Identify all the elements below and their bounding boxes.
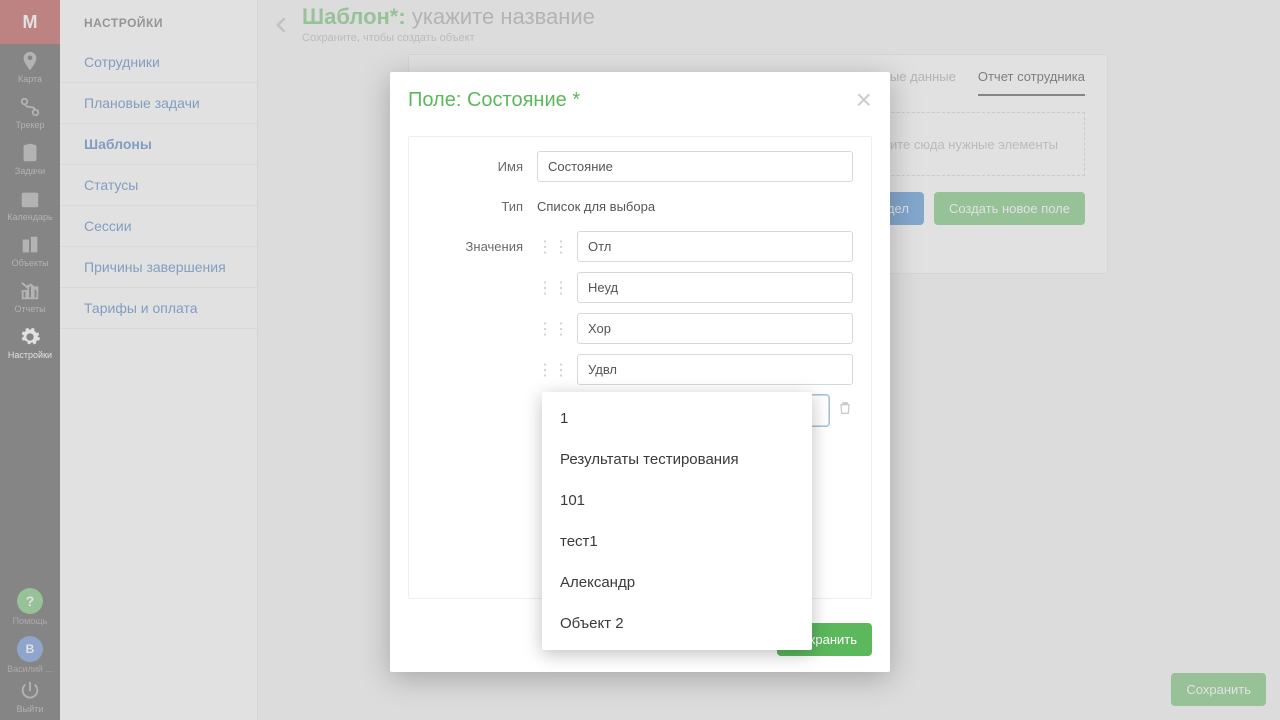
suggestion-option[interactable]: 1 — [542, 398, 812, 439]
drag-handle-icon[interactable]: ⋮⋮ — [537, 319, 569, 339]
drag-handle-icon[interactable]: ⋮⋮ — [537, 237, 569, 257]
modal-title: Поле: Состояние * — [408, 89, 580, 112]
drag-handle-icon[interactable]: ⋮⋮ — [537, 360, 569, 380]
modal-close-button[interactable]: × — [856, 86, 872, 114]
label-values: Значения — [427, 239, 537, 254]
suggestion-option[interactable]: тест1 — [542, 521, 812, 562]
value-input-0[interactable] — [577, 231, 853, 262]
drag-handle-icon[interactable]: ⋮⋮ — [537, 278, 569, 298]
suggestion-option[interactable]: Александр — [542, 562, 812, 603]
trash-icon — [837, 400, 853, 416]
value-input-2[interactable] — [577, 313, 853, 344]
field-name-input[interactable] — [537, 151, 853, 182]
suggestion-option[interactable]: 101 — [542, 480, 812, 521]
close-icon: × — [856, 84, 872, 115]
autocomplete-dropdown: 1 Результаты тестирования 101 тест1 Алек… — [542, 392, 812, 650]
label-name: Имя — [427, 159, 537, 174]
field-type-value: Список для выбора — [537, 192, 655, 221]
suggestion-option[interactable]: Объект 2 — [542, 603, 812, 644]
delete-value-button[interactable] — [837, 400, 853, 421]
suggestion-option[interactable]: Результаты тестирования — [542, 439, 812, 480]
value-input-1[interactable] — [577, 272, 853, 303]
label-type: Тип — [427, 199, 537, 214]
value-input-3[interactable] — [577, 354, 853, 385]
